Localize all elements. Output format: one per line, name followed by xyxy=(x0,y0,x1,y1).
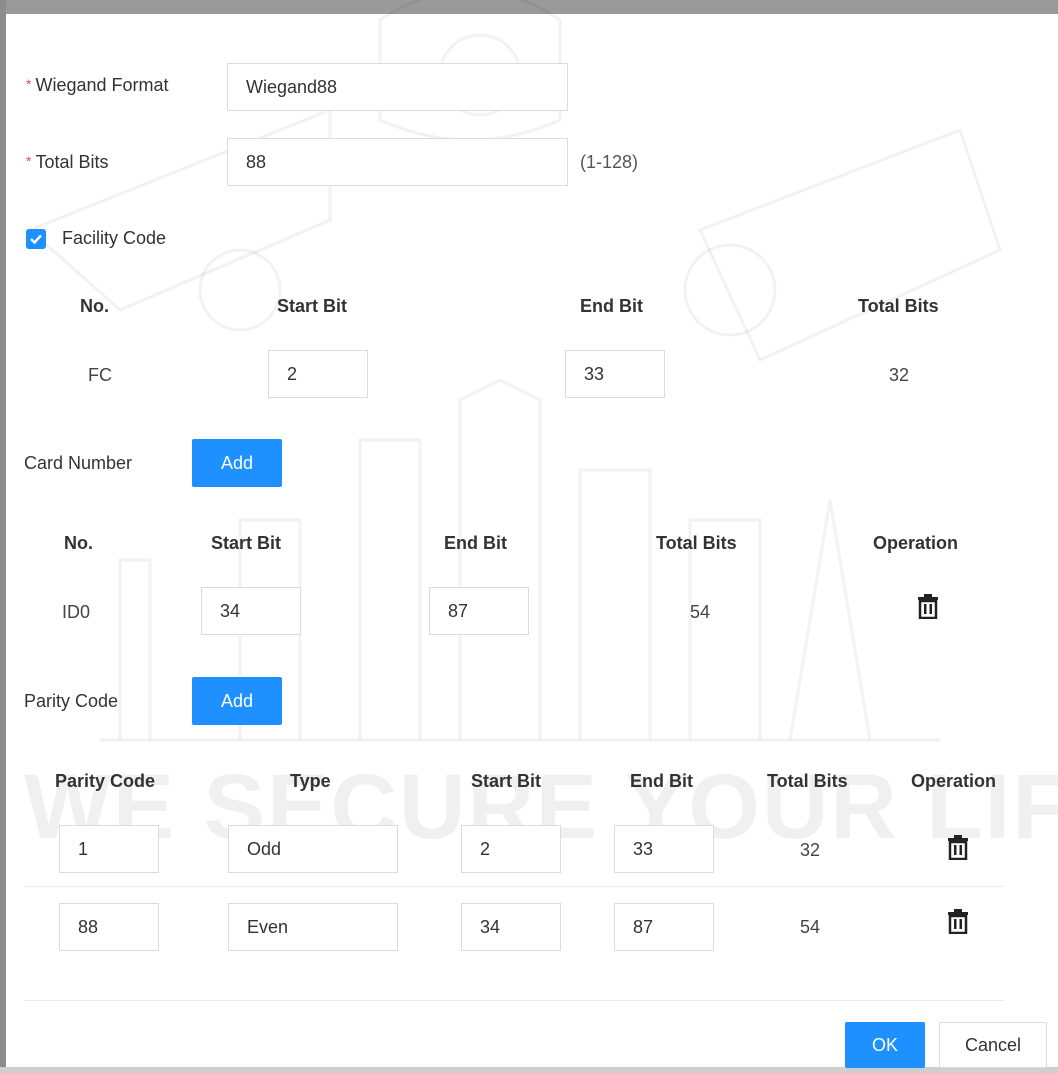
fc-end-bit-input[interactable]: 33 xyxy=(565,350,665,398)
wiegand-format-label: * Wiegand Format xyxy=(26,75,169,96)
pc-row1-end-bit-input[interactable]: 33 xyxy=(614,825,714,873)
total-bits-label-text: Total Bits xyxy=(35,152,109,172)
dialog-left-border xyxy=(0,0,6,1073)
fc-header-no: No. xyxy=(80,296,109,316)
pc-row2-type-value: Even xyxy=(247,916,289,937)
pc-row2-code-input[interactable]: 88 xyxy=(59,903,159,951)
trash-icon xyxy=(948,835,968,861)
card-number-label: Card Number xyxy=(24,453,133,473)
cn-header-start-bit: Start Bit xyxy=(211,533,282,553)
dialog-top-border xyxy=(0,0,1058,14)
required-mark: * xyxy=(26,76,32,92)
cn-header-total-bits: Total Bits xyxy=(656,533,737,553)
cn-row-no: ID0 xyxy=(62,602,91,622)
fc-end-bit-value: 33 xyxy=(584,363,605,384)
pc-row2-code-value: 88 xyxy=(78,916,99,937)
pc-row2-delete-button[interactable] xyxy=(947,908,969,935)
cn-end-bit-value: 87 xyxy=(448,600,469,621)
pc-row1-code-value: 1 xyxy=(78,838,89,859)
cn-start-bit-value: 34 xyxy=(220,600,241,621)
total-bits-input[interactable]: 88 xyxy=(227,138,568,186)
pc-header-type: Type xyxy=(290,771,331,791)
pc-header-operation: Operation xyxy=(911,771,997,791)
facility-code-checkbox[interactable] xyxy=(26,229,46,249)
total-bits-hint: (1-128) xyxy=(580,152,639,172)
required-mark: * xyxy=(26,153,32,169)
pc-row1-delete-button[interactable] xyxy=(947,834,969,861)
fc-total-bits: 32 xyxy=(889,365,910,385)
pc-row1-start-bit-value: 2 xyxy=(480,838,491,859)
pc-row1-code-input[interactable]: 1 xyxy=(59,825,159,873)
wiegand-format-label-text: Wiegand Format xyxy=(35,75,169,95)
pc-header-end-bit: End Bit xyxy=(630,771,693,791)
cn-header-operation: Operation xyxy=(873,533,959,553)
pc-row1-end-bit-value: 33 xyxy=(633,838,654,859)
cn-header-end-bit: End Bit xyxy=(444,533,507,553)
total-bits-value: 88 xyxy=(246,151,267,172)
cn-total-bits: 54 xyxy=(690,602,711,622)
fc-header-start-bit: Start Bit xyxy=(277,296,348,316)
pc-row2-type-select[interactable]: Even xyxy=(228,903,398,951)
parity-code-add-button[interactable]: Add xyxy=(192,677,282,725)
cn-delete-button[interactable] xyxy=(917,593,939,620)
pc-row1-type-value: Odd xyxy=(247,838,282,859)
cn-end-bit-input[interactable]: 87 xyxy=(429,587,529,635)
footer-divider xyxy=(24,1000,1004,1001)
cn-header-no: No. xyxy=(64,533,93,553)
pc-row1-type-select[interactable]: Odd xyxy=(228,825,398,873)
pc-row1-start-bit-input[interactable]: 2 xyxy=(461,825,561,873)
pc-row2-total-bits: 54 xyxy=(800,917,821,937)
fc-row-no: FC xyxy=(88,365,112,385)
check-icon xyxy=(30,234,42,245)
pc-row2-start-bit-input[interactable]: 34 xyxy=(461,903,561,951)
pc-header-start-bit: Start Bit xyxy=(471,771,542,791)
ok-button[interactable]: OK xyxy=(845,1022,925,1068)
wiegand-format-input[interactable]: Wiegand88 xyxy=(227,63,568,111)
cn-start-bit-input[interactable]: 34 xyxy=(201,587,301,635)
pc-row2-start-bit-value: 34 xyxy=(480,916,501,937)
pc-header-total-bits: Total Bits xyxy=(767,771,848,791)
fc-header-end-bit: End Bit xyxy=(580,296,643,316)
trash-icon xyxy=(948,909,968,935)
pc-row1-total-bits: 32 xyxy=(800,840,821,860)
cancel-button[interactable]: Cancel xyxy=(939,1022,1047,1068)
fc-header-total-bits: Total Bits xyxy=(858,296,939,316)
pc-row2-end-bit-input[interactable]: 87 xyxy=(614,903,714,951)
pc-header-parity-code: Parity Code xyxy=(55,771,156,791)
trash-icon xyxy=(918,594,938,620)
pc-row-divider xyxy=(24,886,1004,887)
fc-start-bit-input[interactable]: 2 xyxy=(268,350,368,398)
pc-row2-end-bit-value: 87 xyxy=(633,916,654,937)
total-bits-label: * Total Bits xyxy=(26,152,108,173)
parity-code-label: Parity Code xyxy=(24,691,119,711)
facility-code-label: Facility Code xyxy=(62,228,167,248)
card-number-add-button[interactable]: Add xyxy=(192,439,282,487)
wiegand-format-value: Wiegand88 xyxy=(246,76,338,97)
fc-start-bit-value: 2 xyxy=(287,363,298,384)
